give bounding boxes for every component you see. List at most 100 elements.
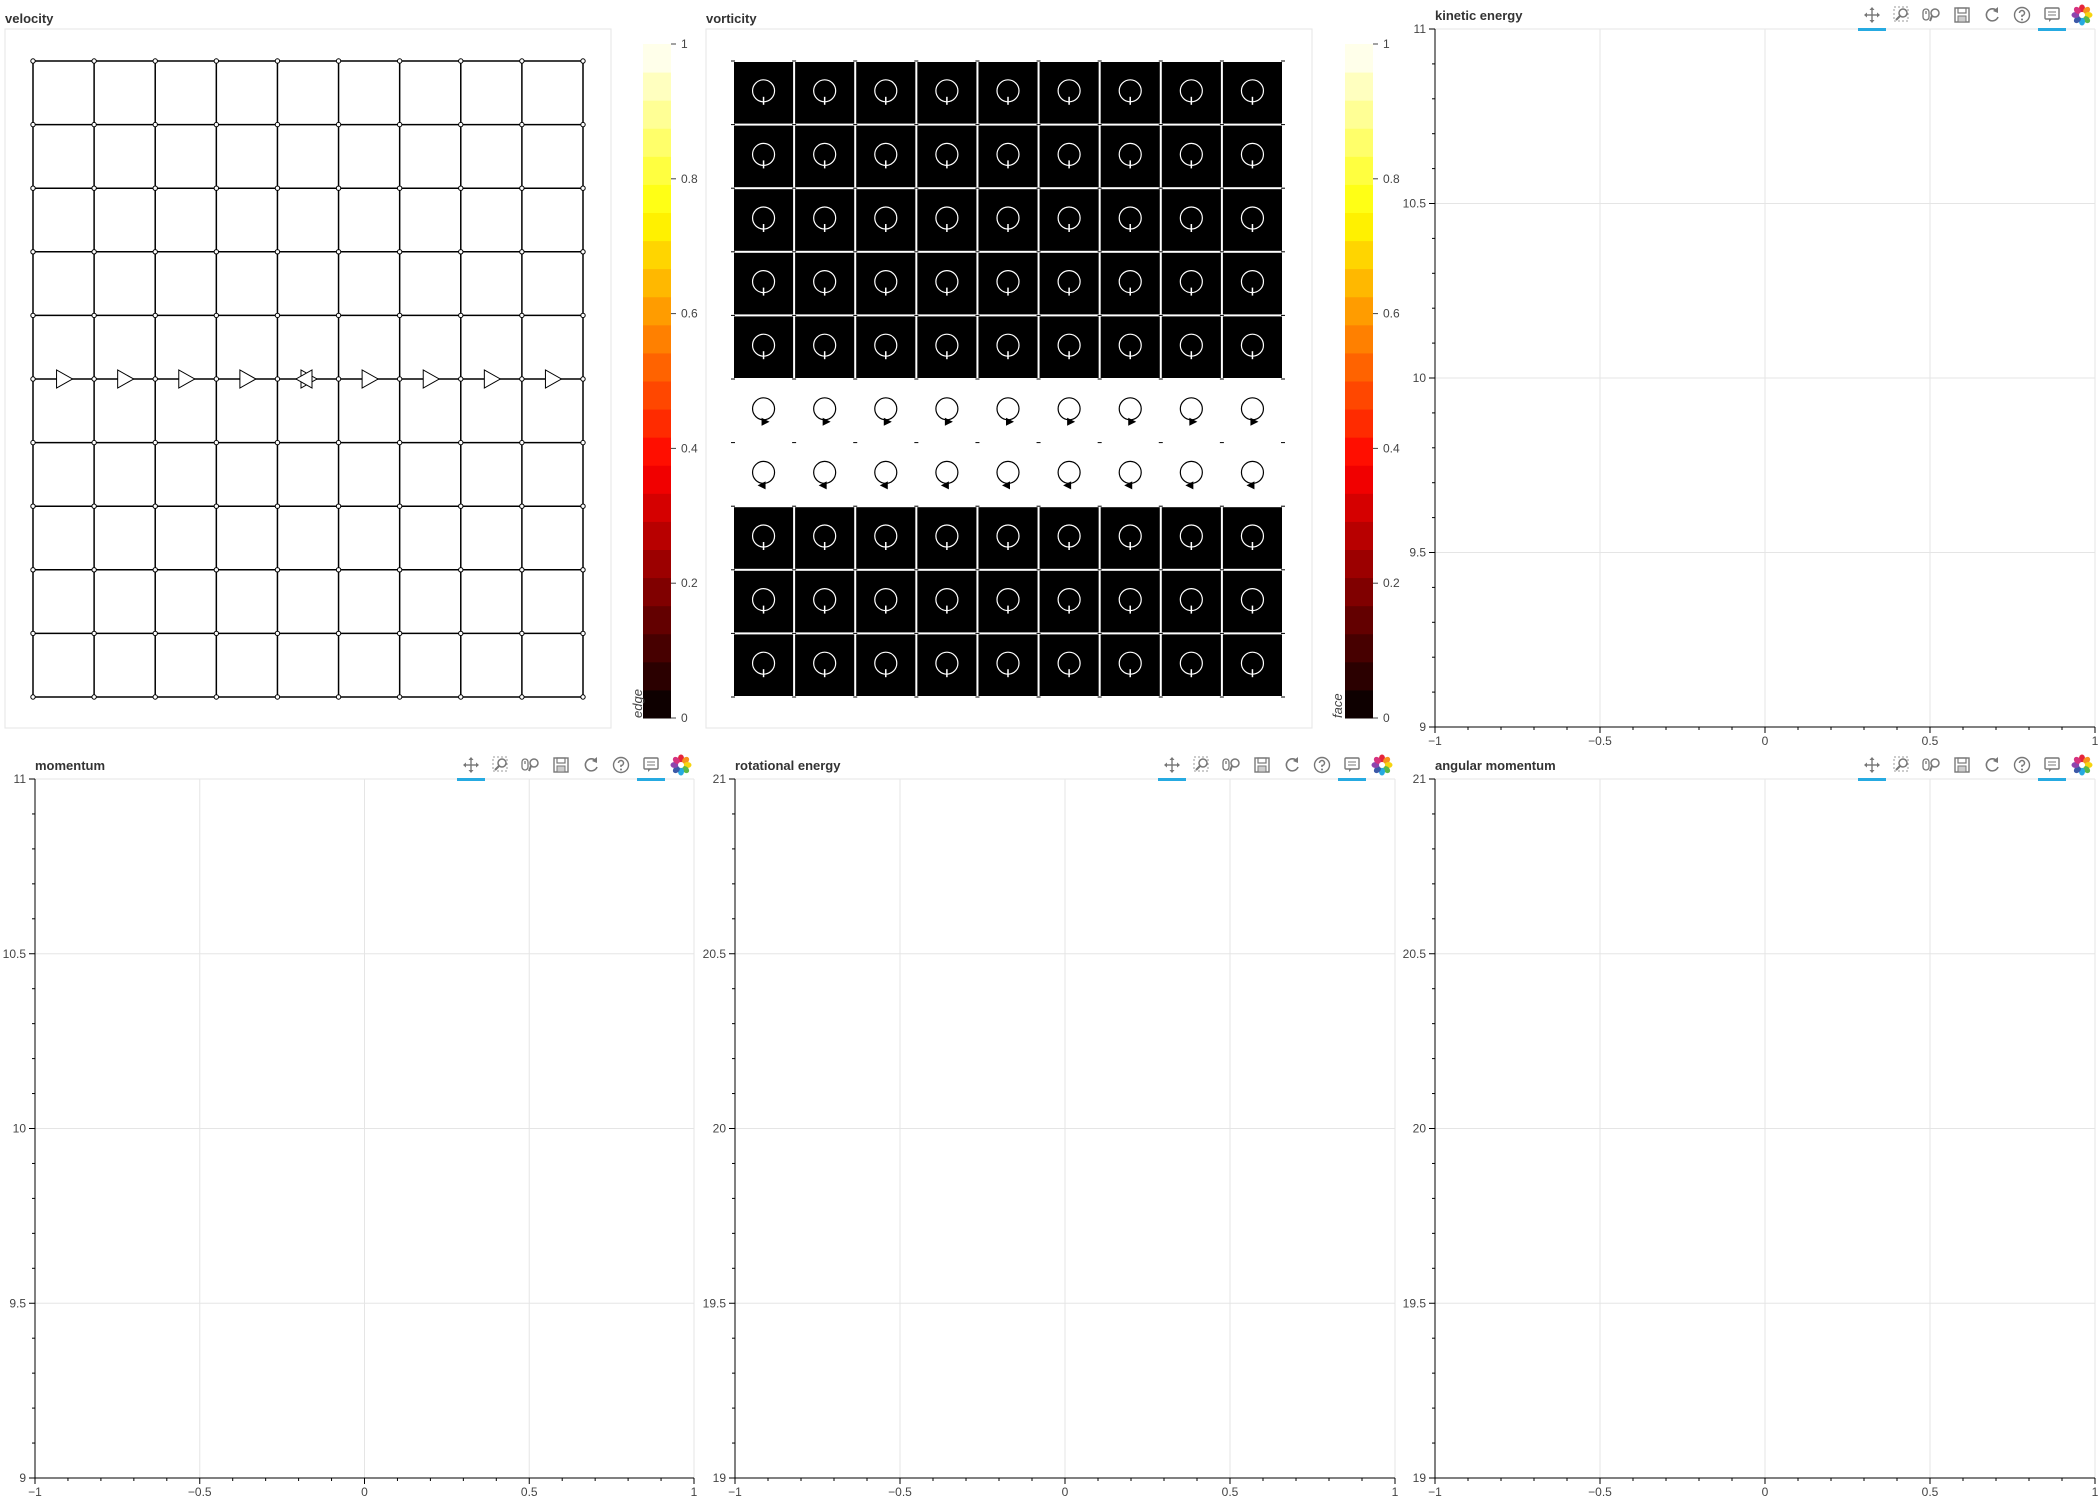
rotation-arrow [1002, 481, 1010, 490]
save-tool-button[interactable] [546, 753, 576, 777]
reset-tool-button[interactable] [1977, 753, 2007, 777]
hover-tool-button[interactable] [636, 753, 666, 781]
wheel-zoom-tool-button[interactable] [1917, 753, 1947, 777]
vorticity-cell [978, 62, 1038, 124]
mesh-vertex [519, 630, 525, 637]
mesh-vertex [458, 439, 464, 446]
colorbar-step [1345, 633, 1373, 663]
rotation-circle [935, 397, 959, 421]
hover-tool-button[interactable] [2037, 753, 2067, 781]
rotation-circle [874, 270, 898, 294]
pan-tool-button[interactable] [1857, 3, 1887, 31]
y-tick-label: 9.5 [1409, 546, 1426, 560]
reset-tool-button[interactable] [576, 753, 606, 777]
rotation-circle [813, 524, 837, 548]
pan-tool-button[interactable] [456, 753, 486, 781]
vorticity-cell [795, 62, 855, 124]
flow-arrow [422, 369, 441, 389]
box-zoom-tool-button[interactable] [486, 753, 516, 777]
wheel-zoom-tool-button[interactable] [1217, 753, 1247, 777]
colorbar-step [1345, 128, 1373, 157]
help-tool-button[interactable] [2007, 3, 2037, 27]
rotation-circle [1240, 587, 1265, 612]
box-zoom-tool-button[interactable] [1887, 3, 1917, 27]
mesh-vertex [396, 185, 403, 191]
help-tool-button[interactable] [1307, 753, 1337, 777]
rotation-arrow [1124, 481, 1133, 490]
rotation-circle [751, 651, 776, 675]
rotation-circle [996, 333, 1020, 357]
mesh-vertex [519, 503, 525, 509]
x-tick-label: 0 [1762, 734, 1769, 748]
rotation-circle [1179, 142, 1203, 166]
box-zoom-tool-button[interactable] [1887, 753, 1917, 777]
colorbar-step [1345, 184, 1373, 213]
colorbar-step [1345, 212, 1373, 242]
mesh-vertex [274, 503, 281, 509]
y-tick-label: 19 [713, 1471, 727, 1485]
help-tool-button[interactable] [2007, 753, 2037, 777]
vorticity-cell [734, 189, 794, 251]
mesh-vertex [274, 312, 281, 319]
mesh-vertex [274, 58, 281, 64]
pan-tool-button[interactable] [1157, 753, 1187, 781]
save-tool-button[interactable] [1947, 3, 1977, 27]
kinetic-energy-title: kinetic energy [1435, 8, 1523, 23]
rotation-circle [1179, 333, 1203, 357]
rotation-circle [751, 270, 776, 294]
vorticity-cell [856, 570, 916, 633]
y-tick-label: 19 [1413, 1471, 1427, 1485]
pan-icon [1863, 6, 1881, 24]
colorbar-step [643, 381, 671, 410]
mesh-vertex [458, 503, 464, 509]
mesh-vertex [396, 630, 403, 637]
wheel-zoom-tool-button[interactable] [1917, 3, 1947, 27]
reset-tool-button[interactable] [1977, 3, 2007, 27]
mesh-vertex [458, 376, 464, 382]
bokeh-logo-tool-button[interactable] [666, 753, 696, 777]
colorbar-step [1345, 72, 1373, 101]
save-tool-button[interactable] [1947, 753, 1977, 777]
colorbar-step [643, 128, 671, 157]
angular-momentum-toolbar [1857, 753, 2097, 781]
flow-arrow [178, 369, 196, 389]
y-tick-label: 19.5 [703, 1296, 727, 1310]
bokeh-logo-tool-button[interactable] [2067, 3, 2097, 27]
rotation-circle [1240, 397, 1265, 421]
mesh-vertex [396, 58, 403, 64]
save-tool-button[interactable] [1247, 753, 1277, 777]
mesh-vertex [458, 249, 464, 255]
edge-colorbar-label: edge [630, 689, 645, 718]
rotation-circle [813, 587, 837, 612]
mesh-vertex [152, 694, 158, 700]
mesh-vertex [152, 630, 158, 637]
vorticity-cell [978, 634, 1038, 696]
reset-tool-button[interactable] [1277, 753, 1307, 777]
mesh-vertex [458, 694, 464, 700]
bokeh-logo-tool-button[interactable] [2067, 753, 2097, 777]
help-tool-button[interactable] [606, 753, 636, 777]
mesh-vertex [396, 439, 403, 446]
help-icon [2013, 6, 2031, 24]
save-icon [1953, 6, 1971, 24]
wheel-zoom-tool-button[interactable] [516, 753, 546, 777]
velocity-plot[interactable]: 0 0.2 0.4 0.6 0.8 1 0 0.2 0.4 0.6 0.8 1 −1 −0.5 0 0.5… [0, 0, 2100, 1500]
pan-tool-button[interactable] [1857, 753, 1887, 781]
energy-charts: −1 −0.5 0 0.5 199.51010.511−1 −0.5 0 0.5 199.510… [3, 22, 2099, 1499]
box-zoom-tool-button[interactable] [1187, 753, 1217, 777]
mesh-vertex [30, 312, 36, 319]
bokeh-logo-tool-button[interactable] [1367, 753, 1397, 777]
vorticity-cell [1222, 316, 1282, 378]
vorticity-cell [1222, 189, 1282, 251]
save-icon [1253, 756, 1271, 774]
hover-tool-button[interactable] [1337, 753, 1367, 781]
mesh-vertex [458, 185, 464, 191]
colorbar-tick-label: 0.2 [681, 576, 698, 590]
rotation-circle [751, 79, 776, 103]
vorticity-cell [1161, 570, 1221, 633]
rotation-circle [751, 206, 776, 230]
hover-tool-button[interactable] [2037, 3, 2067, 31]
help-icon [612, 756, 630, 774]
wheel-zoom-icon [1222, 756, 1242, 774]
mesh-vertex [213, 312, 220, 319]
